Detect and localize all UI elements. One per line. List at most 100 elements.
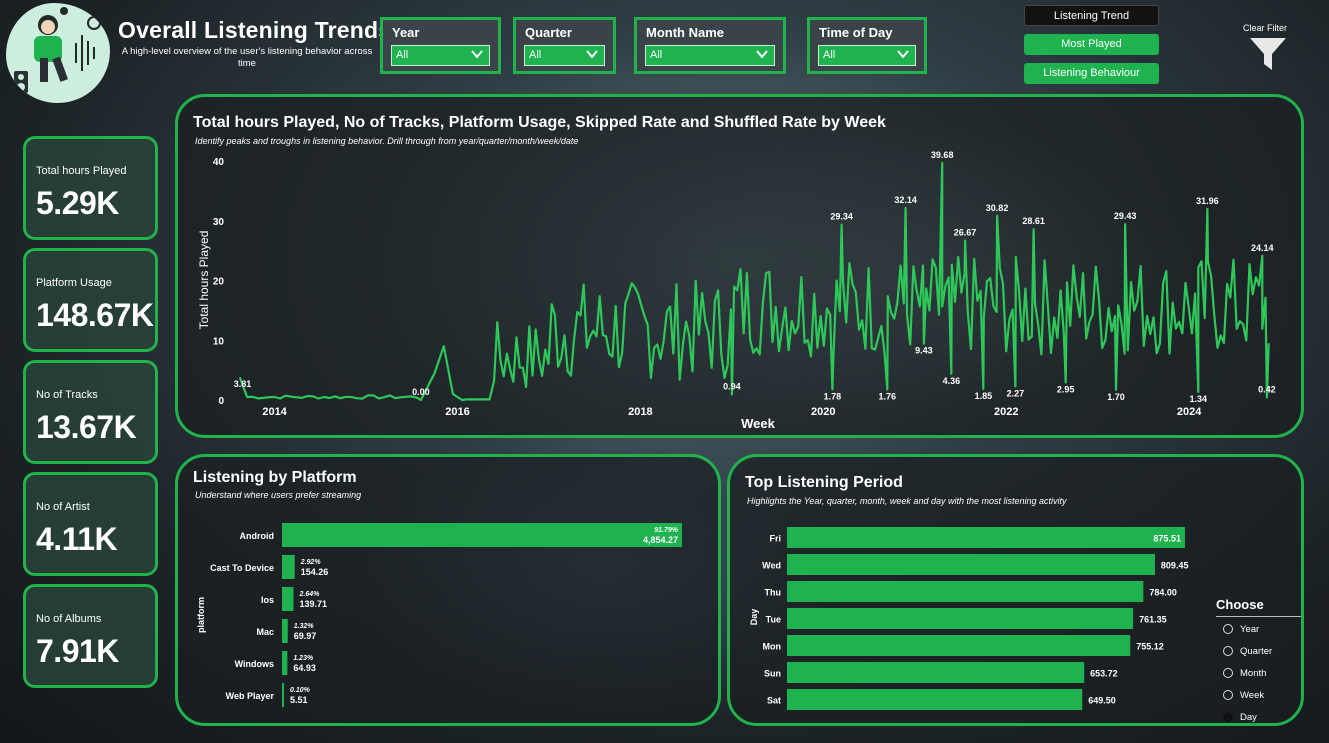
day-bar[interactable] [787, 608, 1134, 629]
platform-bar[interactable] [282, 587, 294, 611]
listening-behaviour-button[interactable]: Listening Behaviour [1024, 63, 1159, 84]
kpi-label: No of Albums [36, 613, 102, 625]
year-slicer[interactable]: Year All [380, 17, 501, 74]
radio-circle-icon[interactable] [1223, 646, 1233, 656]
category-label: Wed [762, 561, 781, 571]
data-label: 3.81 [234, 379, 252, 389]
funnel-icon[interactable] [1248, 36, 1288, 72]
data-label: 26.67 [954, 228, 977, 238]
data-label: 0.94 [723, 381, 741, 391]
period-bar-chart[interactable]: Day Fri 875.51 Wed 809.45 Thu 784.00 Tue 761.35 M… [730, 457, 1205, 723]
kpi-label: No of Artist [36, 501, 90, 513]
time-of-day-slicer[interactable]: Time of Day All [807, 17, 927, 74]
radio-circle-icon[interactable] [1223, 690, 1233, 700]
value-label: 154.26 [301, 567, 329, 577]
data-label: 32.14 [894, 195, 917, 205]
day-bar[interactable] [787, 554, 1155, 575]
data-label: 1.34 [1189, 394, 1207, 404]
month-name-slicer[interactable]: Month Name All [634, 17, 786, 74]
page-title: Overall Listening Trends [118, 17, 392, 43]
y-tick-label: 10 [213, 336, 225, 347]
radio-option-year[interactable]: Year [1216, 619, 1301, 639]
radio-label: Week [1240, 689, 1265, 701]
chevron-down-icon [756, 50, 768, 59]
category-label: Sun [764, 669, 781, 679]
data-label: 29.34 [830, 212, 853, 222]
quarter-dropdown[interactable]: All [524, 45, 605, 66]
slicer-label: Time of Day [819, 25, 893, 40]
day-bar[interactable] [787, 581, 1144, 602]
x-tick-label: 2024 [1177, 406, 1202, 418]
hours-series-line [238, 161, 1270, 402]
value-label: 761.35 [1139, 615, 1167, 625]
radio-circle-icon[interactable] [1223, 668, 1233, 678]
most-played-button[interactable]: Most Played [1024, 34, 1159, 55]
day-bar[interactable] [787, 662, 1085, 683]
platform-bar[interactable] [282, 683, 284, 707]
value-label: 4,854.27 [643, 535, 678, 545]
quarter-slicer[interactable]: Quarter All [513, 17, 616, 74]
choose-title: Choose [1216, 597, 1301, 617]
kpi-no-of-albums-card: No of Albums 7.91K [23, 584, 158, 688]
radio-option-day[interactable]: Day [1216, 707, 1301, 727]
slicer-value: All [823, 49, 836, 61]
category-label: Mac [256, 627, 274, 637]
category-label: Windows [235, 659, 274, 669]
value-label: 784.00 [1149, 588, 1177, 598]
kpi-platform-usage-card: Platform Usage 148.67K [23, 248, 158, 352]
listening-trend-button[interactable]: Listening Trend [1024, 5, 1159, 26]
value-label: 69.97 [294, 631, 317, 641]
x-tick-label: 2022 [994, 406, 1018, 418]
kpi-total-hours-card: Total hours Played 5.29K [23, 136, 158, 240]
chevron-down-icon [586, 50, 598, 59]
value-label: 649.50 [1088, 696, 1116, 706]
data-label: 9.43 [915, 346, 933, 356]
x-tick-label: 2014 [262, 406, 287, 418]
platform-bar[interactable] [282, 523, 682, 547]
top-period-panel: Top Listening Period Highlights the Year… [727, 454, 1304, 726]
chevron-down-icon [471, 50, 483, 59]
x-axis-title: Week [741, 416, 775, 431]
kpi-no-of-artist-card: No of Artist 4.11K [23, 472, 158, 576]
kpi-value: 148.67K [36, 297, 154, 333]
category-label: Android [240, 531, 275, 541]
category-label: Ios [261, 595, 274, 605]
data-label: 4.36 [943, 376, 961, 386]
category-label: Web Player [226, 691, 275, 701]
kpi-value: 13.67K [36, 409, 137, 445]
time-of-day-dropdown[interactable]: All [818, 45, 916, 66]
radio-circle-icon[interactable] [1223, 624, 1233, 634]
choose-radio-group: Choose Year Quarter Month Week Day [1216, 597, 1301, 727]
month-dropdown[interactable]: All [645, 45, 775, 66]
value-label: 653.72 [1090, 669, 1118, 679]
radio-option-quarter[interactable]: Quarter [1216, 641, 1301, 661]
percent-label: 0.10% [290, 687, 311, 694]
percent-label: 1.32% [294, 623, 315, 630]
platform-bar-chart[interactable]: platform Android 91.79%4,854.27 Cast To Dev… [178, 457, 718, 723]
day-bar[interactable] [787, 635, 1131, 656]
page-subtitle: A high-level overview of the user's list… [121, 46, 373, 69]
slicer-value: All [396, 49, 409, 61]
category-label: Thu [765, 588, 782, 598]
value-label: 64.93 [293, 663, 316, 673]
weekly-line-chart[interactable]: 0102030402014 2016 2018 2020 2022 2024WeekTot… [178, 97, 1301, 435]
day-bar[interactable] [787, 689, 1083, 710]
radio-circle-icon[interactable] [1223, 712, 1233, 722]
data-label: 0.00 [412, 387, 430, 397]
category-label: Fri [769, 534, 781, 544]
radio-option-month[interactable]: Month [1216, 663, 1301, 683]
radio-label: Quarter [1240, 645, 1273, 657]
year-dropdown[interactable]: All [391, 45, 490, 66]
percent-label: 2.64% [299, 591, 321, 598]
clear-filter-label: Clear Filter [1243, 23, 1288, 33]
day-bar[interactable] [787, 527, 1185, 548]
slicer-label: Quarter [525, 25, 572, 40]
platform-bar[interactable] [282, 555, 295, 579]
radio-option-week[interactable]: Week [1216, 685, 1301, 705]
data-label: 28.61 [1022, 216, 1045, 226]
data-label: 29.43 [1114, 211, 1137, 221]
y-tick-label: 20 [213, 277, 225, 288]
data-label: 31.96 [1196, 196, 1219, 206]
platform-bar[interactable] [282, 651, 288, 675]
platform-bar[interactable] [282, 619, 288, 643]
